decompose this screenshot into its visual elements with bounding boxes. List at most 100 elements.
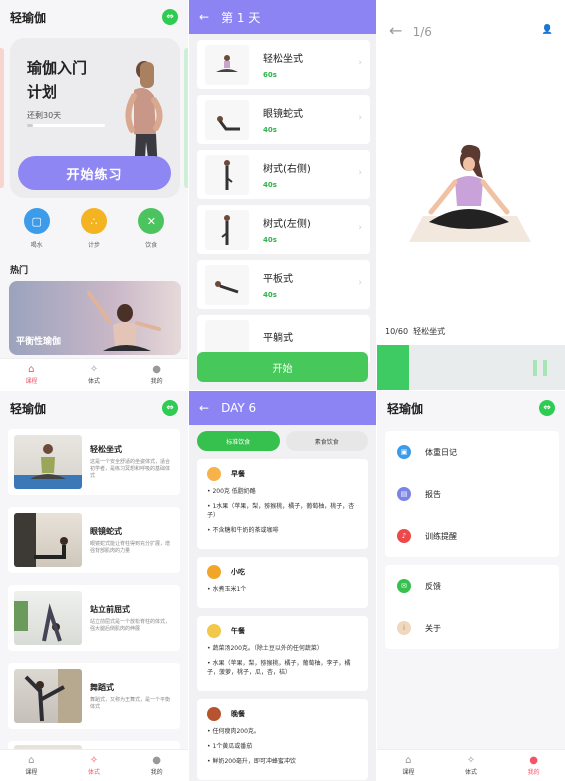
meal-card: 午餐 • 蔬菜汤200克。（除土豆以外的任何蔬菜） • 水果（苹果，梨，猕猴桃，… — [197, 616, 368, 691]
home-icon: ⌂ — [28, 364, 35, 375]
chevron-right-icon: › — [358, 223, 362, 233]
meal-line: • 鲜奶200毫升，即可冲蜂蜜冲饮 — [207, 758, 296, 765]
tab-courses[interactable]: ⌂ 课程 — [25, 755, 37, 776]
menu-report[interactable]: ▤ 报告 — [385, 473, 559, 515]
pose-thumb — [205, 44, 249, 85]
meal-line: • 不含糖和牛奶的茶或咖啡 — [207, 527, 279, 534]
dumbbell-icon[interactable]: ⇔ — [162, 9, 178, 25]
pose-thumb — [205, 154, 249, 195]
home-icon: ⌂ — [405, 755, 412, 766]
meal-card: 晚餐 • 任何瘦肉200克。 • 1个黄瓜或番茄 • 鲜奶200毫升，即可冲蜂蜜… — [197, 699, 368, 780]
tab-courses[interactable]: ⌂ 课程 — [25, 364, 37, 385]
back-arrow-icon[interactable]: ← — [199, 401, 209, 415]
exercise-item[interactable]: 眼镜蛇式 40s › — [197, 95, 370, 144]
pose-item[interactable]: 舞蹈式 舞蹈式，又称为王舞式，是一个平衡体式 — [8, 663, 180, 729]
meal-name: 小吃 — [231, 568, 245, 576]
pose-item[interactable]: 轻松坐式 这是一个安全舒适的坐姿体式，适合初学者，是练习冥想和呼吸的基础体式 — [8, 429, 180, 495]
menu-about[interactable]: i 关于 — [385, 607, 559, 649]
prev-plan-card[interactable] — [0, 48, 4, 188]
menu-training-reminder[interactable]: ♪ 训练提醒 — [385, 515, 559, 557]
day-title: 第 1 天 — [221, 10, 261, 25]
balance-yoga-image — [87, 291, 161, 351]
tab-poses[interactable]: ✧ 体式 — [88, 364, 100, 385]
exercise-duration: 40s — [263, 291, 277, 299]
profile-header: 轻瑜伽 ⇔ — [377, 391, 565, 425]
tab-bar: ⌂ 课程 ✧ 体式 ● 我的 — [0, 749, 188, 781]
meal-name: 晚餐 — [231, 710, 245, 718]
tab-poses[interactable]: ✧ 体式 — [88, 755, 100, 776]
back-arrow-icon[interactable]: ← — [389, 21, 402, 40]
exercise-item[interactable]: 轻松坐式 60s › — [197, 40, 370, 89]
pose-library-screen: 轻瑜伽 ⇔ 轻松坐式 这是一个安全舒适的坐姿体式，适合初学者，是练习冥想和呼吸的基… — [0, 391, 188, 781]
tab-courses[interactable]: ⌂ 课程 — [402, 755, 414, 776]
app-title: 轻瑜伽 — [10, 10, 47, 25]
pose-name: 眼镜蛇式 — [90, 526, 122, 536]
scale-icon: ▣ — [397, 445, 411, 459]
dinner-icon — [207, 707, 221, 721]
next-plan-card[interactable] — [184, 48, 188, 188]
exercise-item[interactable]: 树式(右侧) 40s › — [197, 150, 370, 199]
exercise-duration: 40s — [263, 126, 277, 134]
lotus-pose-illustration — [409, 144, 531, 242]
plan-progress-bar — [27, 124, 105, 127]
pose-image — [14, 669, 82, 723]
start-practice-button[interactable]: 开始练习 — [18, 156, 171, 190]
tab-mine[interactable]: ● 我的 — [151, 755, 163, 776]
mail-icon: ✉ — [397, 579, 411, 593]
snack-icon — [207, 565, 221, 579]
exercise-name: 树式(左侧) — [263, 219, 311, 230]
hot-card[interactable]: 平衡性瑜伽 — [9, 281, 181, 355]
tab-bar: ⌂ 课程 ✧ 体式 ● 我的 — [377, 749, 565, 781]
hot-card-title: 平衡性瑜伽 — [16, 337, 62, 347]
dumbbell-icon[interactable]: ⇔ — [162, 400, 178, 416]
exercise-item[interactable]: 平板式 40s › — [197, 260, 370, 309]
quick-label: 饮食 — [145, 242, 158, 249]
report-icon: ▤ — [397, 487, 411, 501]
tab-standard-diet[interactable]: 标准饮食 — [197, 431, 280, 451]
exercise-name: 树式(右侧) — [263, 164, 311, 175]
day-header: ← 第 1 天 — [189, 0, 376, 34]
exercise-name: 轻松坐式 — [263, 54, 303, 65]
tab-vegan-diet[interactable]: 素食饮食 — [285, 431, 368, 451]
app-title: 轻瑜伽 — [387, 401, 424, 416]
info-icon: i — [397, 621, 411, 635]
pose-thumb — [205, 264, 249, 305]
tab-poses[interactable]: ✧ 体式 — [465, 755, 477, 776]
menu-feedback[interactable]: ✉ 反馈 — [385, 565, 559, 607]
pose-name: 站立前屈式 — [90, 604, 130, 614]
quick-actions: ▢ 喝水 ∴ 计步 ✕ 饮食 — [0, 208, 188, 249]
exercise-name: 平板式 — [263, 274, 293, 285]
pose-image — [14, 591, 82, 645]
pose-player-screen: ← 1/6 👤 10/60 轻松坐式 — [377, 0, 565, 390]
tab-mine[interactable]: ● 我的 — [528, 755, 540, 776]
pose-icon: ✧ — [89, 364, 99, 375]
dumbbell-icon[interactable]: ⇔ — [539, 400, 555, 416]
user-voice-icon[interactable]: 👤 — [542, 25, 553, 35]
back-arrow-icon[interactable]: ← — [199, 10, 209, 24]
start-button[interactable]: 开始 — [197, 352, 368, 382]
meal-line: • 任何瘦肉200克。 — [207, 728, 260, 735]
quick-label: 喝水 — [30, 242, 43, 249]
pose-item[interactable]: 站立前屈式 站立前屈式是一个放松脊柱的体式，强大腿后侧肌肉的伸展 — [8, 585, 180, 651]
menu-weight-diary[interactable]: ▣ 体重日记 — [385, 431, 559, 473]
diet-screen: ← DAY 6 标准饮食 素食饮食 早餐 • 200克 低脂奶酪 • 1水果（苹… — [189, 391, 376, 781]
exercise-duration: 40s — [263, 181, 277, 189]
player-nav: ← 1/6 — [389, 21, 432, 40]
meal-name: 早餐 — [231, 470, 245, 478]
pose-item[interactable]: 眼镜蛇式 眼镜蛇式能让脊柱得到充分扩展，增强背部肌肉的力量 — [8, 507, 180, 573]
tab-mine[interactable]: ● 我的 — [151, 364, 163, 385]
diet-tabs: 标准饮食 素食饮食 — [197, 431, 368, 451]
pose-icon: ✧ — [89, 755, 99, 766]
water-icon: ▢ — [23, 208, 50, 234]
quick-steps[interactable]: ∴ 计步 — [80, 208, 107, 249]
exercise-item[interactable]: 树式(左侧) 40s › — [197, 205, 370, 254]
pause-icon[interactable] — [533, 360, 547, 376]
plan-remaining: 还剩30天 — [27, 111, 62, 120]
utensils-icon: ✕ — [138, 208, 165, 234]
quick-water[interactable]: ▢ 喝水 — [23, 208, 50, 249]
meal-card: 早餐 • 200克 低脂奶酪 • 1水果（苹果，梨，猕猴桃，橘子，葡萄柚，桃子，… — [197, 459, 368, 549]
meal-name: 午餐 — [231, 627, 245, 635]
exercise-list: 轻松坐式 60s › 眼镜蛇式 40s › 树式(右侧) 40s › 树式(左侧) 40… — [189, 34, 376, 364]
quick-diet[interactable]: ✕ 饮食 — [138, 208, 165, 249]
meal-card: 小吃 • 水煮玉米1个 — [197, 557, 368, 608]
